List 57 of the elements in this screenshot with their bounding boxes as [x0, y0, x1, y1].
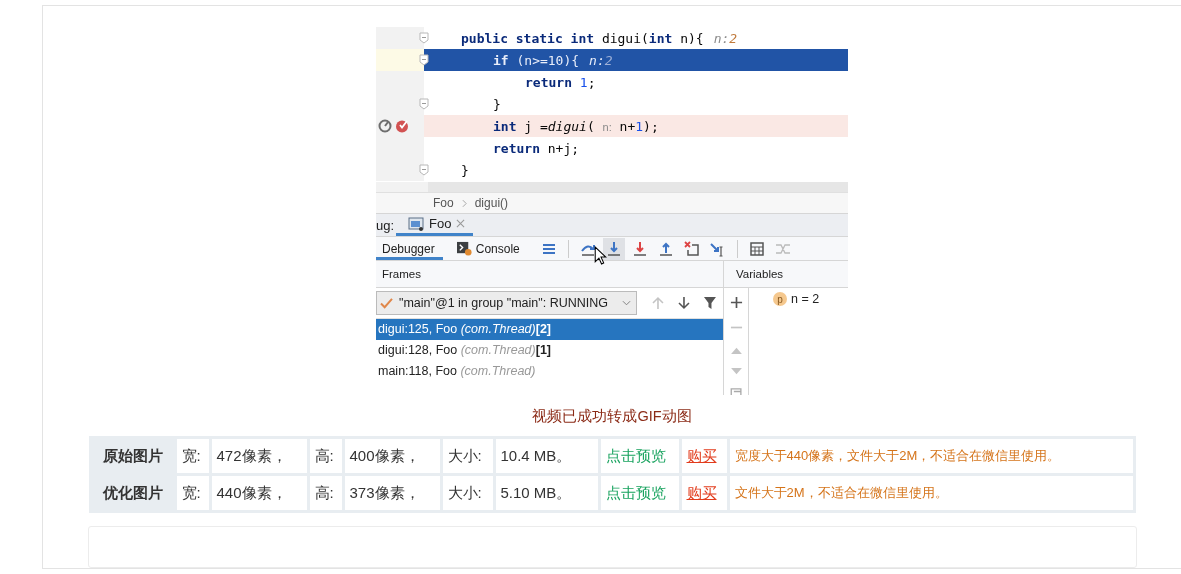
table-cell: 10.4 MB。	[495, 439, 598, 473]
variable-value: n = 2	[791, 292, 820, 306]
table-cell: 5.10 MB。	[495, 476, 598, 510]
table-cell: 大小:	[442, 439, 493, 473]
table-cell: 472像素，	[211, 439, 307, 473]
add-icon[interactable]	[729, 296, 743, 309]
panel-tab[interactable]: Console	[450, 237, 528, 260]
force-step-into-icon[interactable]	[631, 240, 648, 257]
caption: 视频已成功转成GIF动图	[532, 407, 692, 426]
fold-marker-icon[interactable]	[419, 32, 429, 44]
table-cell: 400像素，	[344, 439, 440, 473]
panel-header: Frames	[376, 261, 723, 288]
table-cell: 宽:	[176, 439, 209, 473]
step-into-icon	[605, 240, 622, 257]
code-text: }	[460, 162, 469, 178]
arrow-down-icon[interactable]	[677, 296, 692, 310]
breadcrumb-item[interactable]: Foo	[433, 196, 454, 211]
frame-item[interactable]: digui:128, Foo (com.Thread)[1]	[376, 340, 723, 361]
restore-icon[interactable]	[378, 119, 392, 133]
code-text: public static int digui(int n){ n:2	[460, 30, 738, 46]
drop-frame-icon[interactable]	[683, 240, 700, 257]
code-text: }	[492, 96, 501, 112]
note-cell: 文件大于2M，不适合在微信里使用。	[729, 476, 1133, 510]
thread-dropdown[interactable]: "main"@1 in group "main": RUNNING	[376, 291, 638, 315]
calculator-icon[interactable]	[748, 240, 765, 257]
close-icon[interactable]	[456, 219, 466, 229]
debug-label: ug:	[376, 217, 396, 233]
fold-marker-icon[interactable]	[419, 98, 429, 110]
frame-item[interactable]: main:118, Foo (com.Thread)	[376, 361, 723, 382]
table-cell: 高:	[309, 476, 342, 510]
copy-icon[interactable]	[729, 388, 743, 395]
table-cell: 大小:	[442, 476, 493, 510]
code-text: return 1;	[524, 74, 596, 90]
check-icon	[380, 297, 393, 309]
code-text: int j =digui( n: n+1);	[492, 118, 659, 134]
table-cell: 373像素，	[344, 476, 440, 510]
chevron-icon	[461, 198, 467, 208]
table-cell: 宽:	[176, 476, 209, 510]
panel-header: Variables	[724, 261, 848, 288]
note-cell: 宽度大于440像素，文件大于2M，不适合在微信里使用。	[729, 439, 1133, 473]
console-icon	[456, 241, 472, 257]
filter-icon[interactable]	[703, 296, 717, 310]
breadcrumb-item[interactable]: digui()	[474, 196, 509, 211]
frame-item[interactable]: digui:125, Foo (com.Thread)[2]	[376, 319, 723, 340]
window-icon	[408, 216, 424, 231]
fold-marker-icon[interactable]	[419, 54, 429, 66]
breakpoint-icon[interactable]	[395, 119, 409, 133]
table-cell: 高:	[309, 439, 342, 473]
step-out-icon[interactable]	[657, 240, 674, 257]
parameter-badge: p	[773, 292, 787, 306]
horizontal-scrollbar[interactable]	[376, 182, 848, 192]
code-text: if (n>=10){ n:2	[492, 52, 613, 68]
run-to-cursor-icon[interactable]	[709, 240, 726, 257]
table-cell: 440像素，	[211, 476, 307, 510]
code-text: return n+j;	[492, 140, 580, 156]
fold-marker-icon[interactable]	[419, 164, 429, 176]
chevron-down-icon	[622, 300, 632, 306]
